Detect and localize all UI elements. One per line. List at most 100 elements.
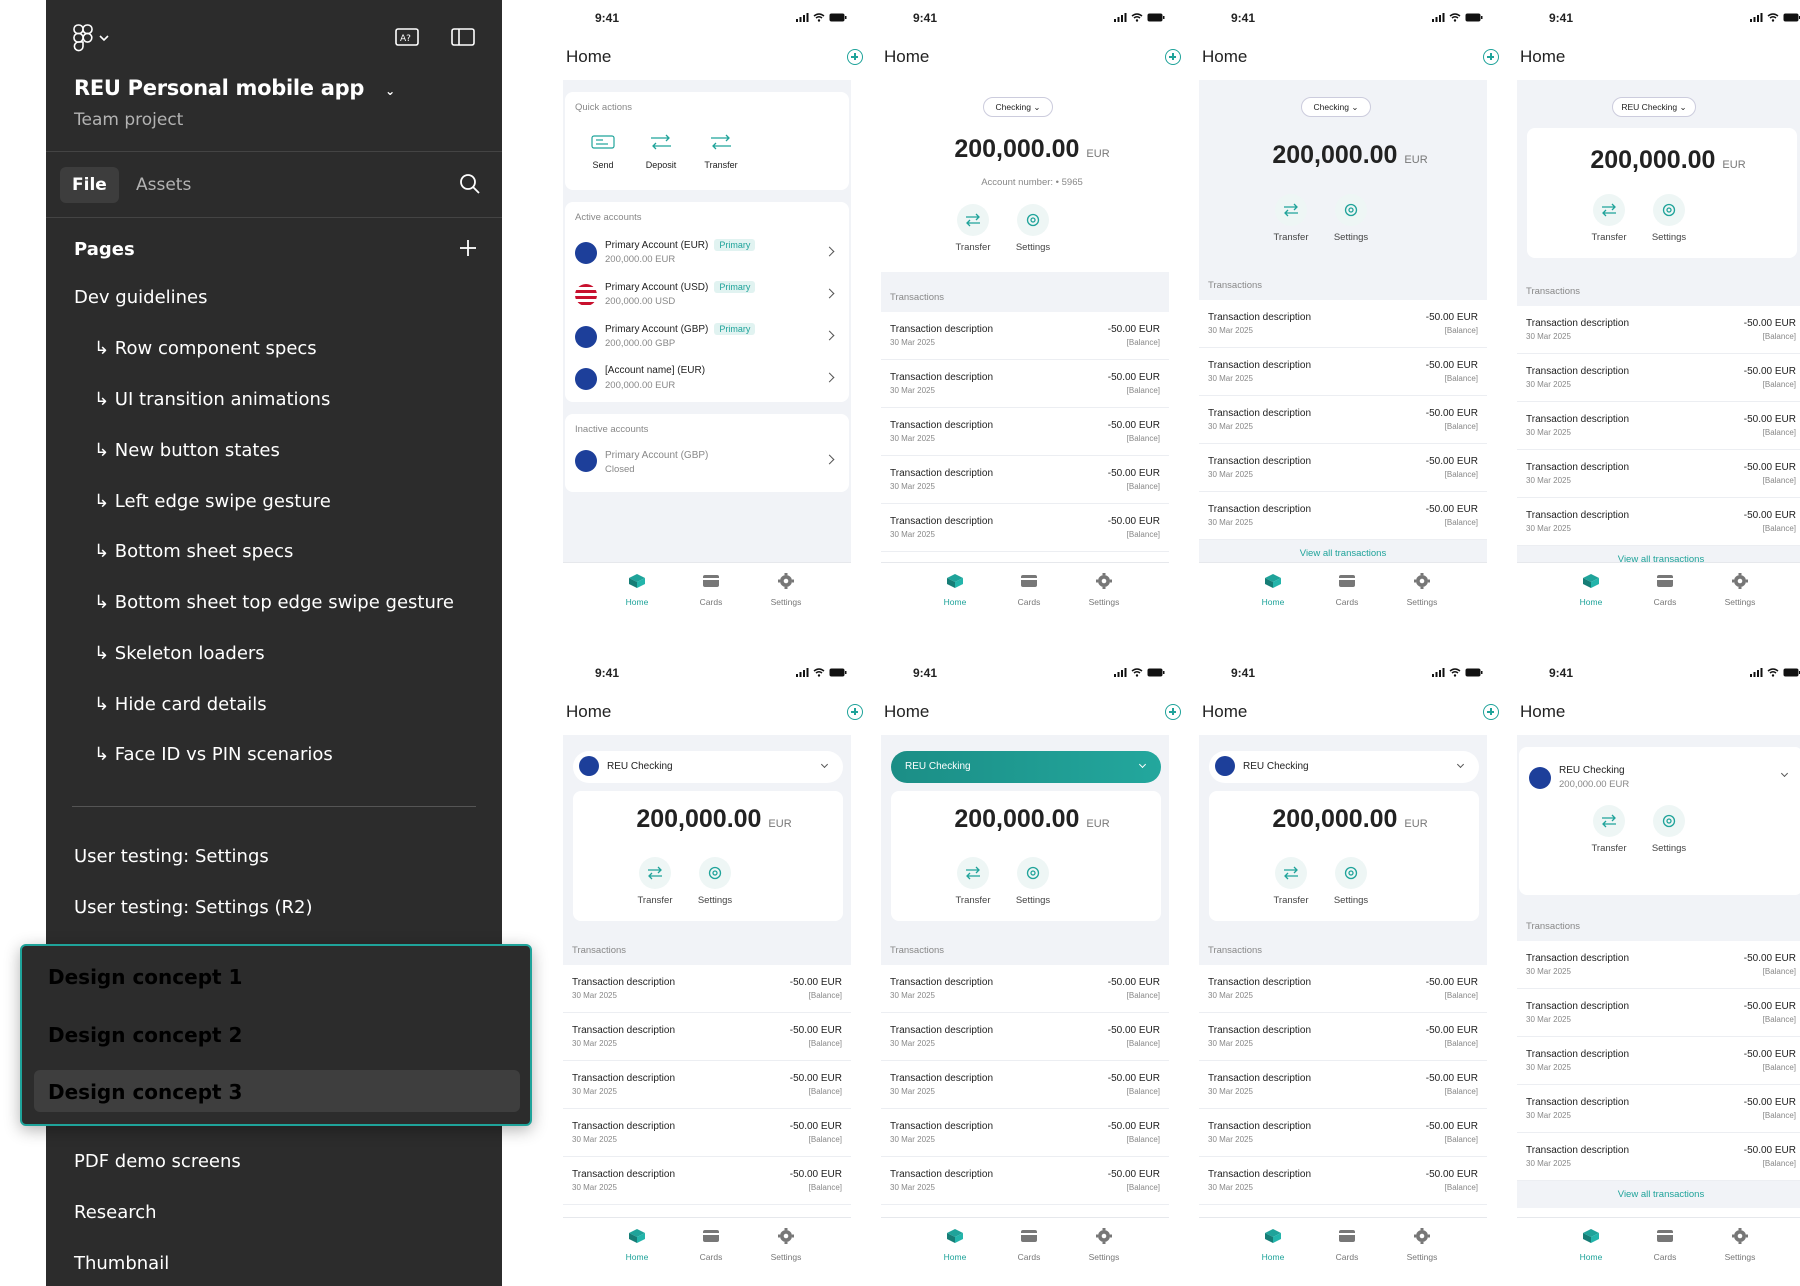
quick-action-0[interactable]: Send [583, 134, 623, 170]
tab-assets[interactable]: Assets [124, 167, 203, 203]
transaction-row[interactable]: Transaction description 30 Mar 2025 -50.00… [1517, 354, 1800, 402]
settings-button[interactable]: Settings [690, 857, 740, 906]
transaction-row[interactable]: Transaction description 30 Mar 2025 -50.00… [1517, 306, 1800, 354]
add-circle-icon[interactable] [1165, 704, 1181, 720]
account-row[interactable]: Primary Account (USD) Primary 200,000.00 U… [565, 276, 849, 316]
quick-action-2[interactable]: Transfer [701, 134, 741, 170]
nav-settings[interactable]: Settings [1392, 573, 1452, 607]
transfer-button[interactable]: Transfer [948, 857, 998, 906]
nav-cards[interactable]: Cards [681, 1228, 741, 1262]
transfer-button[interactable]: Transfer [948, 204, 998, 253]
transaction-row[interactable]: Transaction description 30 Mar 2025 -50.00… [881, 1157, 1169, 1205]
page-item[interactable]: ↳ Bottom sheet top edge swipe gesture [94, 592, 454, 613]
nav-home[interactable]: Home [607, 573, 667, 607]
transaction-row[interactable]: Transaction description 30 Mar 2025 -50.00… [563, 1013, 851, 1061]
transfer-button[interactable]: Transfer [630, 857, 680, 906]
account-row[interactable]: Primary Account (GBP) Primary 200,000.00 G… [565, 318, 849, 358]
settings-button[interactable]: Settings [1008, 204, 1058, 253]
transaction-row[interactable]: Transaction description 30 Mar 2025 -50.00… [1199, 396, 1487, 444]
page-item[interactable]: Dev guidelines [74, 287, 208, 308]
account-selector[interactable]: REU Checking ⌄ [1612, 97, 1696, 117]
transaction-row[interactable]: Transaction description 30 Mar 2025 -50.00… [1517, 941, 1800, 989]
page-item[interactable]: PDF demo screens [74, 1151, 241, 1172]
nav-home[interactable]: Home [1243, 573, 1303, 607]
nav-settings[interactable]: Settings [1710, 573, 1770, 607]
transaction-row[interactable]: Transaction description 30 Mar 2025 -50.00… [881, 1061, 1169, 1109]
transaction-row[interactable]: Transaction description 30 Mar 2025 -50.00… [563, 1061, 851, 1109]
transaction-row[interactable]: Transaction description 30 Mar 2025 -50.00… [881, 456, 1169, 504]
nav-settings[interactable]: Settings [1074, 1228, 1134, 1262]
transaction-row[interactable]: Transaction description 30 Mar 2025 -50.00… [1199, 348, 1487, 396]
account-row[interactable]: Primary Account (EUR) Primary 200,000.00 E… [565, 234, 849, 274]
page-item[interactable]: User testing: Settings [74, 846, 269, 867]
transaction-row[interactable]: Transaction description 30 Mar 2025 -50.00… [1199, 1109, 1487, 1157]
transaction-row[interactable]: Transaction description 30 Mar 2025 -50.00… [1199, 300, 1487, 348]
add-circle-icon[interactable] [1165, 49, 1181, 65]
search-icon[interactable] [459, 173, 481, 195]
page-item-design-concept-1[interactable]: Design concept 1 [48, 965, 242, 989]
page-item-design-concept-2[interactable]: Design concept 2 [48, 1023, 242, 1047]
nav-home[interactable]: Home [1561, 573, 1621, 607]
nav-settings[interactable]: Settings [1074, 573, 1134, 607]
view-all-transactions-link[interactable]: View all transactions [1517, 1181, 1800, 1208]
nav-home[interactable]: Home [1561, 1228, 1621, 1262]
settings-button[interactable]: Settings [1008, 857, 1058, 906]
transaction-row[interactable]: Transaction description 30 Mar 2025 -50.00… [1199, 444, 1487, 492]
add-circle-icon[interactable] [847, 704, 863, 720]
transaction-row[interactable]: Transaction description 30 Mar 2025 -50.00… [881, 408, 1169, 456]
nav-settings[interactable]: Settings [1392, 1228, 1452, 1262]
settings-button[interactable]: Settings [1644, 194, 1694, 243]
nav-home[interactable]: Home [1243, 1228, 1303, 1262]
page-item[interactable]: ↳ Left edge swipe gesture [94, 491, 331, 512]
page-item[interactable]: User testing: Settings (R2) [74, 897, 313, 918]
transaction-row[interactable]: Transaction description 30 Mar 2025 -50.00… [881, 312, 1169, 360]
add-circle-icon[interactable] [1483, 49, 1499, 65]
nav-cards[interactable]: Cards [1635, 1228, 1695, 1262]
add-page-icon[interactable] [458, 238, 478, 258]
panel-toggle-icon[interactable] [450, 26, 476, 48]
nav-cards[interactable]: Cards [999, 1228, 1059, 1262]
nav-settings[interactable]: Settings [1710, 1228, 1770, 1262]
add-circle-icon[interactable] [847, 49, 863, 65]
nav-home[interactable]: Home [607, 1228, 667, 1262]
page-item-design-concept-3[interactable]: Design concept 3 [48, 1080, 242, 1104]
transfer-button[interactable]: Transfer [1584, 194, 1634, 243]
transaction-row[interactable]: Transaction description 30 Mar 2025 -50.00… [1517, 402, 1800, 450]
tab-file[interactable]: File [60, 167, 119, 203]
settings-button[interactable]: Settings [1644, 805, 1694, 854]
account-dropdown[interactable]: REU Checking [573, 751, 843, 783]
nav-home[interactable]: Home [925, 573, 985, 607]
nav-cards[interactable]: Cards [1317, 573, 1377, 607]
quick-action-1[interactable]: Deposit [641, 134, 681, 170]
page-item[interactable]: Research [74, 1202, 157, 1223]
account-dropdown[interactable]: REU Checking [1209, 751, 1479, 783]
transaction-row[interactable]: Transaction description 30 Mar 2025 -50.00… [1199, 1157, 1487, 1205]
transaction-row[interactable]: Transaction description 30 Mar 2025 -50.00… [1517, 1133, 1800, 1181]
transaction-row[interactable]: Transaction description 30 Mar 2025 -50.00… [563, 965, 851, 1013]
transaction-row[interactable]: Transaction description 30 Mar 2025 -50.00… [1199, 1061, 1487, 1109]
transaction-row[interactable]: Transaction description 30 Mar 2025 -50.00… [1517, 498, 1800, 546]
transaction-row[interactable]: Transaction description 30 Mar 2025 -50.00… [881, 1013, 1169, 1061]
account-row[interactable]: [Account name] (EUR) 200,000.00 EUR [565, 360, 849, 400]
chevron-down-icon[interactable] [1780, 769, 1789, 778]
account-dropdown[interactable]: REU Checking [891, 751, 1161, 783]
transaction-row[interactable]: Transaction description 30 Mar 2025 -50.00… [1199, 492, 1487, 540]
nav-cards[interactable]: Cards [999, 573, 1059, 607]
nav-cards[interactable]: Cards [681, 573, 741, 607]
transaction-row[interactable]: Transaction description 30 Mar 2025 -50.00… [881, 1109, 1169, 1157]
transaction-row[interactable]: Transaction description 30 Mar 2025 -50.00… [881, 965, 1169, 1013]
page-item[interactable]: ↳ Skeleton loaders [94, 643, 265, 664]
transfer-button[interactable]: Transfer [1584, 805, 1634, 854]
account-row[interactable]: Primary Account (GBP) Closed [565, 446, 849, 486]
transaction-row[interactable]: Transaction description 30 Mar 2025 -50.00… [1517, 1037, 1800, 1085]
transaction-row[interactable]: Transaction description 30 Mar 2025 -50.00… [563, 1109, 851, 1157]
page-item[interactable]: Thumbnail [74, 1253, 169, 1274]
add-circle-icon[interactable] [1483, 704, 1499, 720]
page-item[interactable]: ↳ New button states [94, 440, 280, 461]
transaction-row[interactable]: Transaction description 30 Mar 2025 -50.00… [1517, 1085, 1800, 1133]
transaction-row[interactable]: Transaction description 30 Mar 2025 -50.00… [1517, 989, 1800, 1037]
transaction-row[interactable]: Transaction description 30 Mar 2025 -50.00… [1199, 1013, 1487, 1061]
page-item[interactable]: ↳ UI transition animations [94, 389, 330, 410]
transaction-row[interactable]: Transaction description 30 Mar 2025 -50.00… [881, 360, 1169, 408]
page-item[interactable]: ↳ Face ID vs PIN scenarios [94, 744, 333, 765]
